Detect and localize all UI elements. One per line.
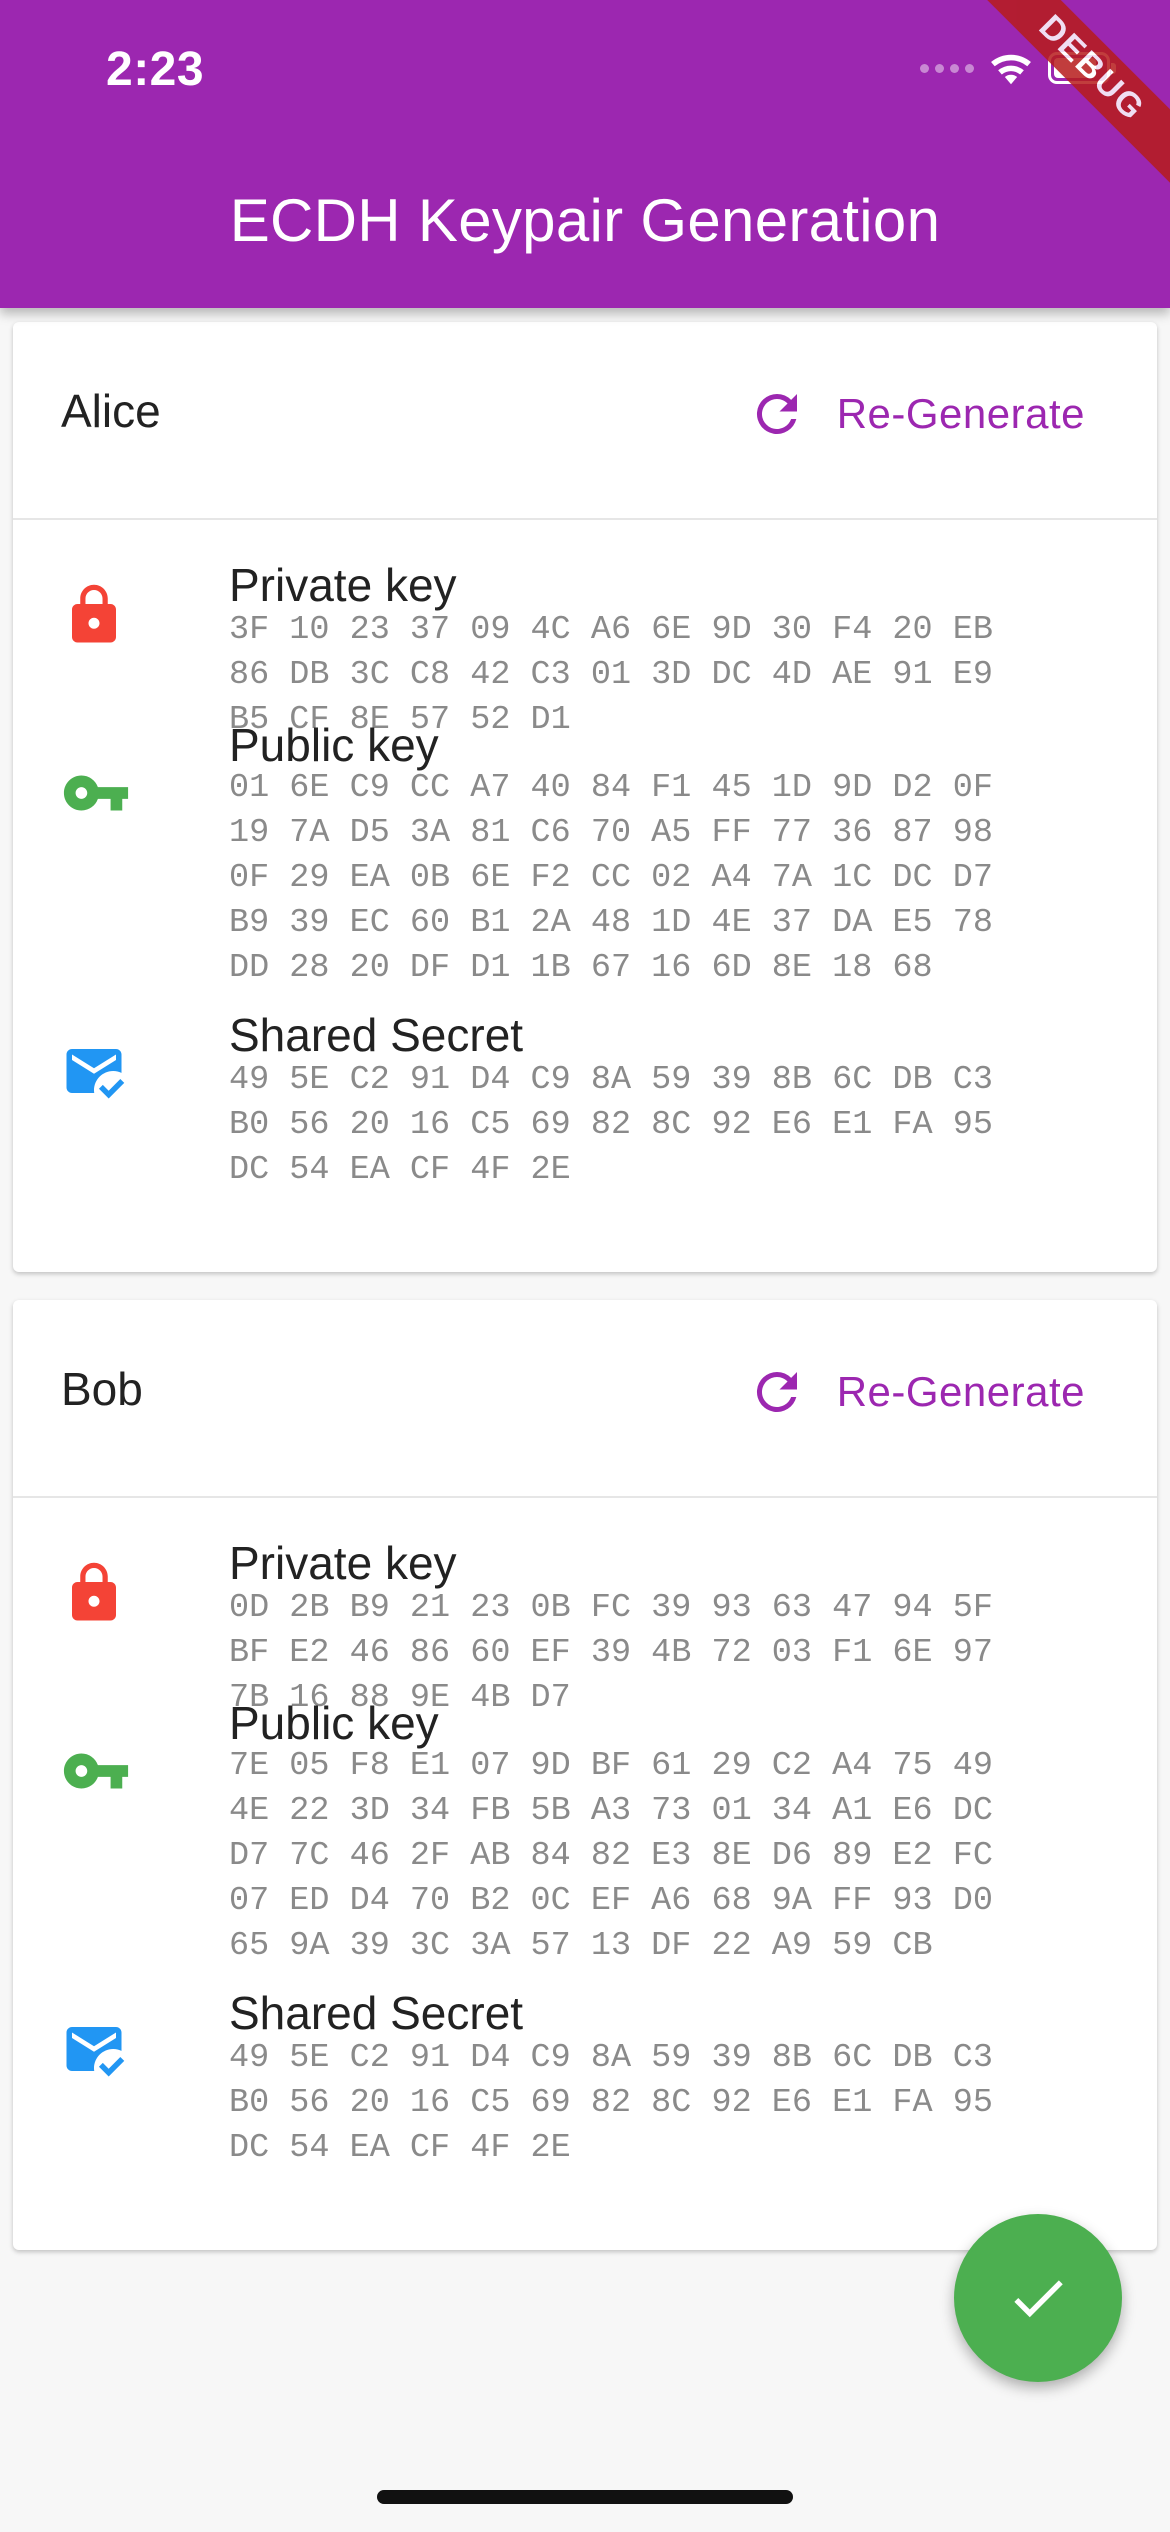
public-key-title: Public key xyxy=(229,1697,439,1749)
check-icon xyxy=(1014,2280,1063,2318)
status-time: 2:23 xyxy=(106,43,205,96)
public-key-value: 7E 05 F8 E1 07 9D BF 61 29 C2 A4 75 49 4… xyxy=(229,1747,993,1965)
regenerate-label: Re-Generate xyxy=(836,1368,1085,1415)
page-title: ECDH Keypair Generation xyxy=(229,187,941,254)
alice-card: Alice Re-Generate Private key 3F 10 23 3… xyxy=(13,322,1157,1272)
regenerate-button[interactable]: Re-Generate xyxy=(747,374,1085,454)
shared-secret-title: Shared Secret xyxy=(229,1009,524,1061)
lock-icon xyxy=(72,584,116,643)
public-key-value: 01 6E C9 CC A7 40 84 F1 45 1D 9D D2 0F 1… xyxy=(229,769,993,987)
shared-secret-value: 49 5E C2 91 D4 C9 8A 59 39 8B 6C DB C3 B… xyxy=(229,2039,993,2167)
regenerate-button[interactable]: Re-Generate xyxy=(747,1352,1085,1432)
key-icon xyxy=(63,1753,129,1789)
private-key-title: Private key xyxy=(229,1537,457,1589)
bob-card: Bob Re-Generate Private key 0D 2B B9 21 … xyxy=(13,1300,1157,2250)
refresh-icon xyxy=(756,393,797,434)
shared-secret-value: 49 5E C2 91 D4 C9 8A 59 39 8B 6C DB C3 B… xyxy=(229,1061,993,1189)
home-indicator[interactable] xyxy=(377,2490,793,2504)
debug-banner: DEBUG xyxy=(967,0,1170,193)
shared-secret-title: Shared Secret xyxy=(229,1987,524,2039)
private-key-row: Private key 3F 10 23 37 09 4C A6 6E 9D 3… xyxy=(13,520,1157,739)
mark-email-read-icon xyxy=(66,2027,125,2077)
regenerate-label: Re-Generate xyxy=(836,390,1085,437)
cellular-signal-icon xyxy=(920,63,974,73)
lock-icon xyxy=(72,1562,116,1621)
app-bar: 2:23 ECDH Keypair Generation DEBUG xyxy=(0,0,1170,308)
private-key-title: Private key xyxy=(229,559,457,611)
person-name: Bob xyxy=(61,1363,143,1415)
public-key-row: Public key 01 6E C9 CC A7 40 84 F1 45 1D… xyxy=(13,719,1157,1024)
shared-secret-row: Shared Secret 49 5E C2 91 D4 C9 8A 59 39… xyxy=(13,1987,1157,2202)
public-key-row: Public key 7E 05 F8 E1 07 9D BF 61 29 C2… xyxy=(13,1697,1157,2002)
shared-secret-row: Shared Secret 49 5E C2 91 D4 C9 8A 59 39… xyxy=(13,1009,1157,1224)
refresh-icon xyxy=(756,1372,797,1412)
private-key-row: Private key 0D 2B B9 21 23 0B FC 39 93 6… xyxy=(13,1498,1157,1717)
confirm-fab[interactable] xyxy=(954,2214,1122,2382)
mark-email-read-icon xyxy=(66,1049,125,1099)
card-header: Alice Re-Generate xyxy=(13,322,1157,520)
card-header: Bob Re-Generate xyxy=(13,1300,1157,1498)
wifi-icon xyxy=(991,54,1031,85)
public-key-title: Public key xyxy=(229,719,439,771)
person-name: Alice xyxy=(61,385,161,437)
key-icon xyxy=(63,775,129,811)
